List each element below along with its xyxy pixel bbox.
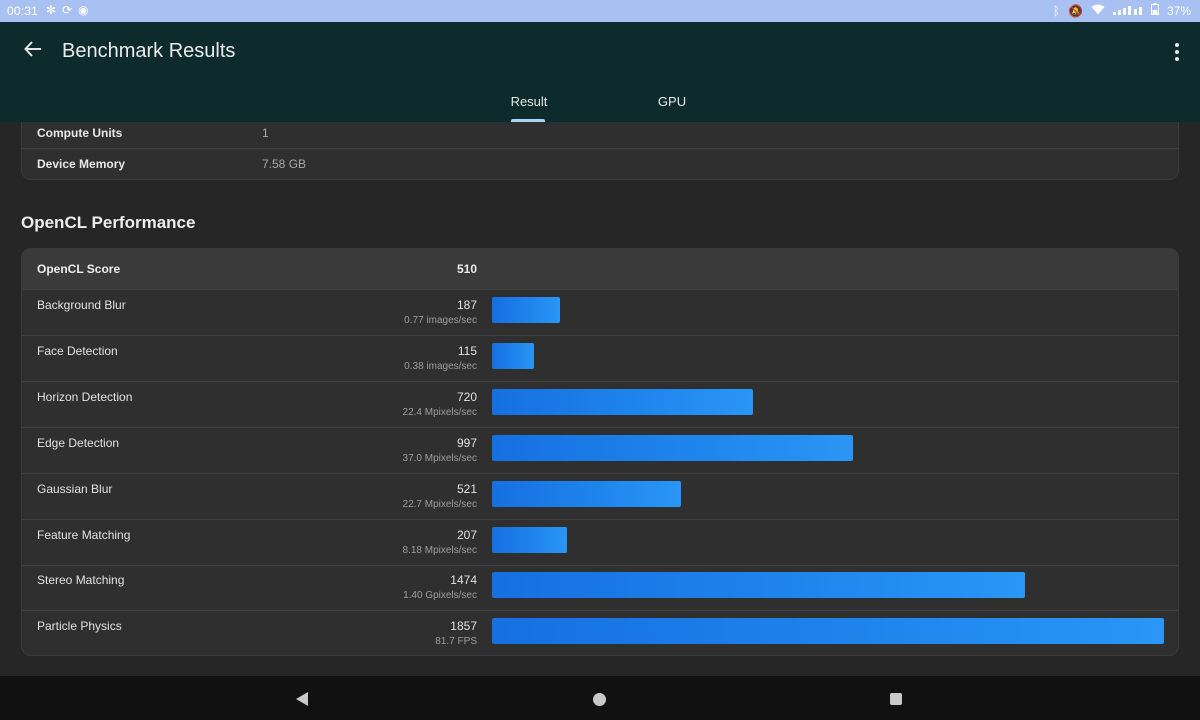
battery-percent: 37% xyxy=(1166,3,1191,18)
benchmark-row: Gaussian Blur 521 22.7 Mpixels/sec xyxy=(22,474,1178,520)
score-value: 510 xyxy=(456,262,477,276)
back-arrow-icon[interactable] xyxy=(21,39,45,63)
navigation-bar xyxy=(0,676,1200,720)
wifi-icon xyxy=(1091,4,1105,18)
sync-icon: ⟳ xyxy=(62,3,73,17)
benchmark-score: 115 xyxy=(457,343,477,358)
benchmark-bar xyxy=(492,434,853,461)
benchmark-score: 720 xyxy=(456,389,477,404)
benchmark-bar xyxy=(492,388,753,415)
benchmark-bar xyxy=(492,480,681,507)
benchmark-row: Horizon Detection 720 22.4 Mpixels/sec xyxy=(22,382,1178,428)
benchmark-bar xyxy=(492,526,567,553)
benchmark-rate: 8.18 Mpixels/sec xyxy=(402,544,477,556)
nav-home-icon[interactable] xyxy=(593,693,606,706)
status-time: 00:31 xyxy=(7,4,39,18)
info-value: 1 xyxy=(262,126,269,140)
info-row: Device Memory 7.58 GB xyxy=(22,149,1178,180)
benchmark-score: 997 xyxy=(456,435,477,450)
benchmark-score: 1857 xyxy=(450,619,477,634)
benchmark-name: Gaussian Blur xyxy=(37,481,113,496)
nav-recents-icon[interactable] xyxy=(890,693,902,705)
benchmark-row: Background Blur 187 0.77 images/sec xyxy=(22,290,1178,336)
benchmark-rate: 0.38 images/sec xyxy=(404,360,477,372)
benchmark-row: Particle Physics 1857 81.7 FPS xyxy=(22,611,1178,655)
app-bar: Benchmark Results Result GPU xyxy=(0,22,1200,122)
benchmark-score: 207 xyxy=(456,527,477,542)
page-title: Benchmark Results xyxy=(62,40,236,62)
benchmark-name: Particle Physics xyxy=(37,619,122,634)
benchmark-bar xyxy=(492,342,534,369)
score-header-row: OpenCL Score 510 xyxy=(22,249,1178,290)
status-bar: 00:31 ✻ ⟳ ◉ ᛒ 🔕 37% xyxy=(0,0,1200,22)
benchmark-bar xyxy=(492,297,560,323)
benchmark-row: Stereo Matching 1474 1.40 Gpixels/sec xyxy=(22,565,1178,612)
benchmark-name: Face Detection xyxy=(37,343,118,358)
benchmark-rate: 37.0 Mpixels/sec xyxy=(402,452,477,464)
opencl-performance-card: OpenCL Score 510 Background Blur 187 0.77 … xyxy=(21,248,1179,656)
benchmark-score: 187 xyxy=(456,298,477,312)
pinwheel-icon: ✻ xyxy=(46,3,57,17)
benchmark-bar xyxy=(492,618,1164,645)
benchmark-rate: 1.40 Gpixels/sec xyxy=(403,590,477,602)
benchmark-name: Background Blur xyxy=(37,298,126,312)
benchmark-score: 521 xyxy=(456,481,477,496)
benchmark-name: Edge Detection xyxy=(37,435,120,450)
info-label: Compute Units xyxy=(37,126,123,140)
status-right-icons: ᛒ 🔕 37% xyxy=(1053,3,1191,18)
info-value: 7.58 GB xyxy=(262,157,307,171)
tab-result[interactable]: Result xyxy=(503,94,555,109)
mute-icon: 🔕 xyxy=(1068,3,1083,18)
section-title: OpenCL Performance xyxy=(21,213,196,232)
benchmark-score: 1474 xyxy=(450,573,477,588)
score-label: OpenCL Score xyxy=(37,262,121,276)
nav-back-icon[interactable] xyxy=(296,692,308,706)
signal-icon xyxy=(1112,4,1143,18)
benchmark-name: Stereo Matching xyxy=(37,573,125,588)
benchmark-rate: 0.77 images/sec xyxy=(404,315,477,326)
benchmark-row: Feature Matching 207 8.18 Mpixels/sec xyxy=(22,520,1178,566)
benchmark-row: Edge Detection 997 37.0 Mpixels/sec xyxy=(22,428,1178,474)
circle-app-icon: ◉ xyxy=(78,3,89,17)
info-label: Device Memory xyxy=(37,157,126,171)
benchmark-rate: 22.7 Mpixels/sec xyxy=(402,498,477,510)
more-options-icon[interactable] xyxy=(1172,40,1182,64)
device-info-card: Compute Units 1 Device Memory 7.58 GB xyxy=(21,122,1179,180)
benchmark-bar xyxy=(492,572,1025,599)
benchmark-rate: 81.7 FPS xyxy=(435,636,477,648)
benchmark-name: Feature Matching xyxy=(37,527,131,542)
info-row: Compute Units 1 xyxy=(22,122,1178,149)
status-left-icons: ✻ ⟳ ◉ xyxy=(46,3,89,17)
benchmark-name: Horizon Detection xyxy=(37,389,133,404)
benchmark-rate: 22.4 Mpixels/sec xyxy=(402,406,477,418)
benchmark-row: Face Detection 115 0.38 images/sec xyxy=(22,336,1178,382)
battery-icon xyxy=(1150,3,1159,18)
bluetooth-icon: ᛒ xyxy=(1052,3,1061,18)
tab-gpu[interactable]: GPU xyxy=(650,94,694,109)
